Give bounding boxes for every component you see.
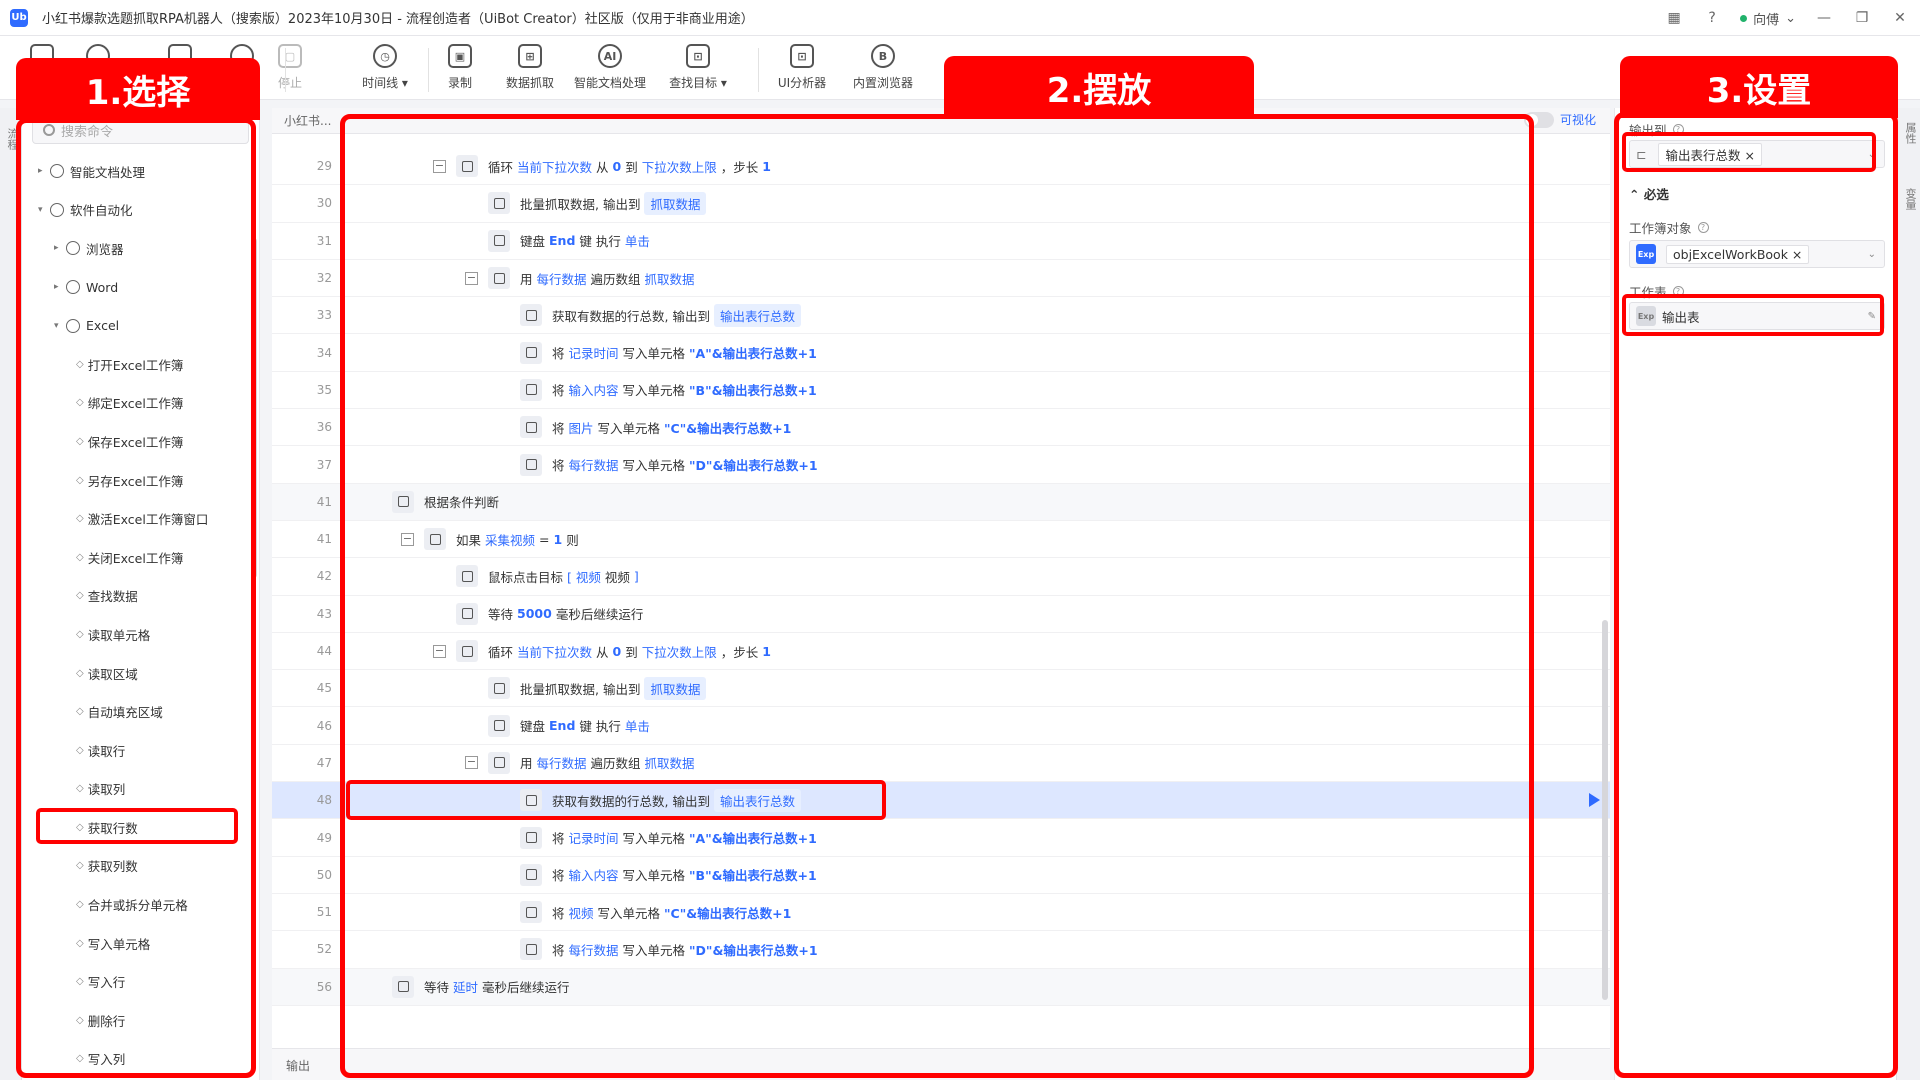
toolbar-label: 录制	[447, 76, 472, 90]
line-number: 51	[316, 905, 332, 920]
toolbar-browser-button[interactable]: B 内置浏览器	[843, 44, 923, 91]
data-scrape-icon: ⊞	[518, 44, 542, 68]
line-number: 31	[316, 233, 332, 248]
toolbar-ai-doc-button[interactable]: AI 智能文档处理	[570, 44, 650, 91]
line-number: 49	[316, 830, 332, 845]
breadcrumb-text[interactable]: 小红书...	[284, 112, 331, 129]
line-number: 52	[316, 942, 332, 957]
line-number: 32	[316, 271, 332, 286]
close-icon[interactable]: ✕	[1890, 10, 1910, 26]
toolbar-ui-analyzer-button[interactable]: ⊡ UI分析器	[762, 44, 842, 91]
toolbar-label: 时间线 ▾	[362, 76, 408, 90]
restore-icon[interactable]: ❐	[1852, 10, 1872, 26]
line-number: 56	[316, 979, 332, 994]
line-number: 33	[316, 308, 332, 323]
toolbar-stop-button[interactable]: ▢ 停止	[250, 44, 330, 91]
line-number: 41	[316, 494, 332, 509]
run-line-icon[interactable]	[1589, 793, 1600, 808]
visualize-toggle[interactable]: 可视化	[1523, 111, 1596, 128]
properties-tab[interactable]: 属性	[1902, 122, 1918, 144]
help-icon[interactable]: ?	[1702, 10, 1722, 26]
user-name: 向傅	[1753, 12, 1780, 28]
line-number: 44	[316, 644, 332, 659]
place-annotation-label: 2.摆放	[944, 56, 1254, 118]
place-annotation-box	[340, 114, 1534, 1078]
line-number: 45	[316, 681, 332, 696]
output-field-highlight	[1622, 132, 1876, 172]
place-item-highlight	[346, 780, 886, 820]
sheet-field-highlight	[1622, 294, 1884, 336]
toolbar-label: 查找目标 ▾	[669, 76, 727, 90]
minimize-icon[interactable]: —	[1814, 10, 1834, 26]
settings-annotation-label: 3.设置	[1620, 56, 1898, 118]
output-tab-label: 输出	[286, 1059, 311, 1073]
chevron-down-icon: ⌄	[1785, 10, 1796, 26]
select-annotation-box	[16, 118, 256, 1078]
line-number: 50	[316, 867, 332, 882]
toolbar-clock-button[interactable]: ◷ 时间线 ▾	[345, 44, 425, 91]
select-annotation-label: 1.选择	[16, 58, 260, 120]
ui-analyzer-icon: ⊡	[790, 44, 814, 68]
toolbar-label: 停止	[277, 76, 302, 90]
line-number: 47	[316, 755, 332, 770]
toolbar-separator	[428, 48, 429, 92]
grid-icon[interactable]: ▦	[1664, 10, 1684, 26]
find-target-icon: ⊡	[686, 44, 710, 68]
toolbar-separator	[285, 48, 286, 92]
line-number: 35	[316, 382, 332, 397]
toolbar-label: 智能文档处理	[573, 76, 646, 90]
ai-doc-icon: AI	[598, 44, 622, 68]
line-number: 42	[316, 569, 332, 584]
browser-icon: B	[871, 44, 895, 68]
line-number: 46	[316, 718, 332, 733]
line-number: 48	[316, 793, 332, 808]
line-number: 30	[316, 196, 332, 211]
right-gutter: 属性 变量	[1896, 108, 1920, 1080]
app-logo-icon: Ub	[10, 8, 28, 27]
line-number: 29	[316, 159, 332, 174]
stop-icon: ▢	[278, 44, 302, 68]
line-number: 43	[316, 606, 332, 621]
window-controls: ▦ ? 向傅 ⌄ — ❐ ✕	[1664, 0, 1910, 36]
record-icon: ▣	[448, 44, 472, 68]
line-number: 37	[316, 457, 332, 472]
user-menu[interactable]: 向傅 ⌄	[1740, 9, 1796, 28]
toolbar-label: UI分析器	[777, 76, 827, 90]
settings-annotation-box	[1614, 112, 1898, 1078]
toolbar-label: 内置浏览器	[852, 76, 913, 90]
window-title: 小红书爆款选题抓取RPA机器人（搜索版）2023年10月30日 - 流程创造者（…	[42, 12, 754, 27]
line-number: 36	[316, 420, 332, 435]
select-item-highlight	[36, 808, 238, 844]
clock-icon: ◷	[373, 44, 397, 68]
toolbar-find-target-button[interactable]: ⊡ 查找目标 ▾	[658, 44, 738, 91]
editor-scrollbar[interactable]	[1602, 620, 1608, 1000]
toolbar-label: 数据抓取	[505, 76, 554, 90]
toolbar-record-button[interactable]: ▣ 录制	[420, 44, 500, 91]
visualize-label: 可视化	[1559, 113, 1596, 127]
line-number: 34	[316, 345, 332, 360]
title-bar: Ub 小红书爆款选题抓取RPA机器人（搜索版）2023年10月30日 - 流程创…	[0, 0, 1920, 36]
online-status-icon	[1740, 14, 1748, 22]
variables-tab[interactable]: 变量	[1902, 188, 1918, 210]
toolbar-data-scrape-button[interactable]: ⊞ 数据抓取	[490, 44, 570, 91]
line-number: 41	[316, 532, 332, 547]
toolbar-separator	[758, 48, 759, 92]
